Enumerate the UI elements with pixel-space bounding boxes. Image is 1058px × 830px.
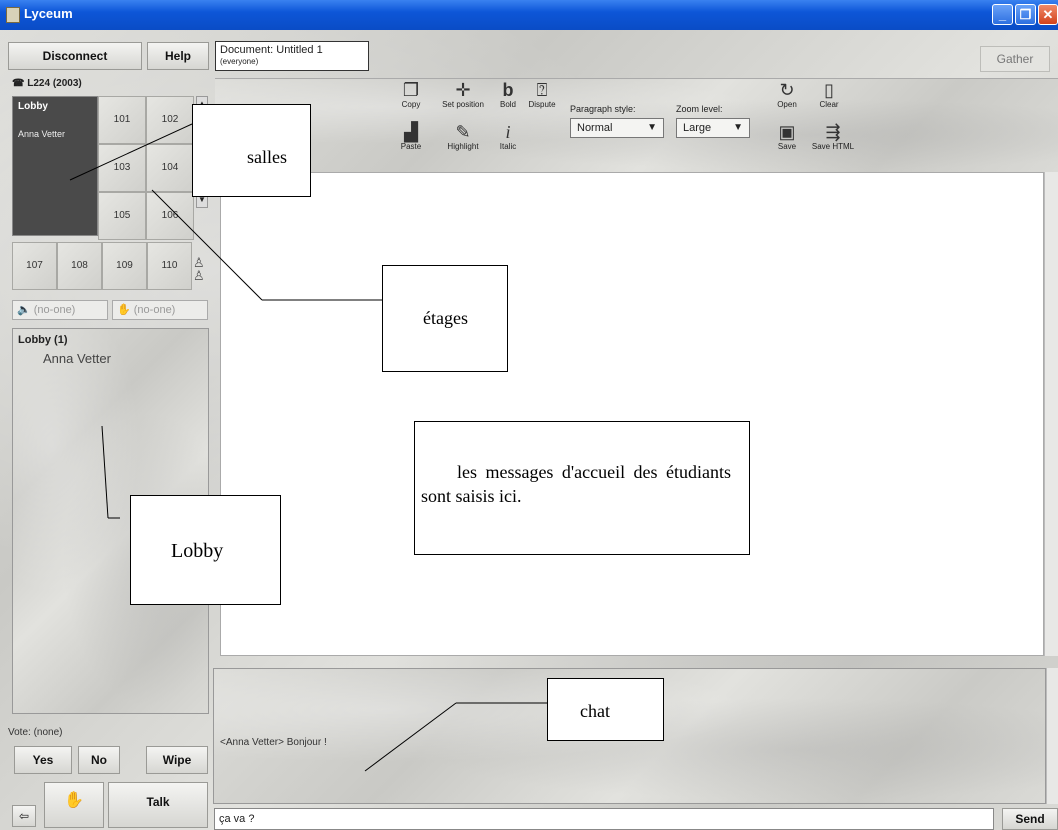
highlight-label: Highlight — [447, 142, 479, 151]
set-position-label: Set position — [442, 100, 484, 109]
hand-raiser-name: (no-one) — [133, 304, 176, 316]
document-editor[interactable] — [220, 172, 1044, 656]
room-103[interactable]: 103 — [98, 144, 146, 192]
hand-icon: ✋ — [117, 304, 131, 316]
open-icon: ↻ — [779, 80, 795, 100]
copy-label: Copy — [401, 100, 421, 109]
chat-scrollbar[interactable] — [1046, 668, 1058, 804]
lobby-user[interactable]: Anna Vetter — [43, 351, 111, 366]
lyceum-app-icon — [6, 7, 20, 23]
minimize-button[interactable]: _ — [992, 4, 1013, 25]
room-108[interactable]: 108 — [57, 242, 102, 290]
room-109[interactable]: 109 — [102, 242, 147, 290]
annotation-etages: étages — [382, 265, 508, 372]
document-scope: (everyone) — [220, 57, 259, 66]
bold-tool[interactable]: b Bold — [496, 80, 520, 110]
save-icon: ▣ — [778, 122, 796, 142]
exit-icon[interactable]: ⇦ — [12, 805, 36, 827]
wipe-button[interactable]: Wipe — [146, 746, 208, 774]
room-102[interactable]: 102 — [146, 96, 194, 144]
paragraph-style-select[interactable]: Normal ▼ — [570, 118, 664, 138]
annotation-chat: chat — [547, 678, 664, 741]
bold-icon: b — [502, 80, 514, 100]
paragraph-style-label: Paragraph style: — [570, 104, 636, 114]
dropdown-arrow-icon: ▼ — [647, 122, 657, 133]
annotation-welcome-messages: les messages d'accueil des étudiants son… — [414, 421, 750, 555]
room-110[interactable]: 110 — [147, 242, 192, 290]
dispute-label: Dispute — [528, 100, 556, 109]
annotation-lobby: Lobby — [130, 495, 281, 605]
hand-raiser: ✋ (no-one) — [112, 300, 208, 320]
bold-label: Bold — [499, 100, 516, 109]
open-label: Open — [777, 100, 797, 109]
set-position-tool[interactable]: ✛ Set position — [436, 80, 490, 110]
title-bar: Lyceum _ ❐ ✕ — [0, 0, 1058, 30]
italic-tool[interactable]: i Italic — [496, 122, 520, 152]
floor-label: ☎ L224 (2003) — [12, 78, 82, 89]
close-button[interactable]: ✕ — [1038, 4, 1058, 25]
dispute-icon: ⍰ — [536, 80, 548, 100]
voice-speaker-name: (no-one) — [33, 304, 76, 316]
clear-tool[interactable]: ▯ Clear — [812, 80, 846, 110]
vote-yes-button[interactable]: Yes — [14, 746, 72, 774]
zoom-level-label: Zoom level: — [676, 104, 723, 114]
paste-icon: ▟ — [404, 122, 418, 142]
raise-hand-icon: ✋ — [64, 792, 84, 809]
open-tool[interactable]: ↻ Open — [772, 80, 802, 110]
chat-input[interactable] — [214, 808, 994, 830]
copy-tool[interactable]: ❐ Copy — [396, 80, 426, 110]
gather-button[interactable]: Gather — [980, 46, 1050, 72]
save-html-tool[interactable]: ⇶ Save HTML — [808, 122, 858, 152]
highlighter-icon: ✎ — [455, 122, 471, 142]
save-html-icon: ⇶ — [825, 122, 841, 142]
dispute-tool[interactable]: ⍰ Dispute — [524, 80, 560, 110]
crosshair-icon: ✛ — [455, 80, 471, 100]
italic-icon: i — [505, 122, 511, 142]
vote-no-button[interactable]: No — [78, 746, 120, 774]
copy-icon: ❐ — [402, 80, 420, 100]
room-lobby-user: Anna Vetter — [18, 129, 66, 139]
zoom-level-value: Large — [683, 122, 712, 134]
room-105[interactable]: 105 — [98, 192, 146, 240]
save-label: Save — [777, 142, 797, 151]
maximize-button[interactable]: ❐ — [1015, 4, 1036, 25]
document-selector[interactable]: Document: Untitled 1 (everyone) — [215, 41, 369, 71]
highlight-tool[interactable]: ✎ Highlight — [440, 122, 486, 152]
lobby-panel-title: Lobby (1) — [18, 334, 68, 346]
room-106[interactable]: 106 — [146, 192, 194, 240]
speaker-icon: 🔈 — [17, 304, 31, 316]
phone-icon: ☎ — [12, 78, 25, 89]
people-icon[interactable]: ♙ ♙ — [193, 256, 205, 282]
window-title: Lyceum — [24, 6, 73, 21]
dropdown-arrow-icon: ▼ — [733, 122, 743, 133]
zoom-level-select[interactable]: Large ▼ — [676, 118, 750, 138]
paragraph-style-value: Normal — [577, 122, 613, 134]
talk-button[interactable]: Talk — [108, 782, 208, 828]
floor-name: L224 (2003) — [27, 78, 82, 89]
room-107[interactable]: 107 — [12, 242, 57, 290]
help-button[interactable]: Help — [147, 42, 209, 70]
document-scrollbar[interactable] — [1044, 172, 1058, 656]
room-101[interactable]: 101 — [98, 96, 146, 144]
room-lobby-title: Lobby — [18, 101, 48, 112]
paste-label: Paste — [400, 142, 422, 151]
paste-tool[interactable]: ▟ Paste — [396, 122, 426, 152]
clear-label: Clear — [819, 100, 839, 109]
voice-speaker: 🔈 (no-one) — [12, 300, 108, 320]
document-title: Document: Untitled 1 — [220, 44, 323, 56]
raise-hand-button[interactable]: ✋ — [44, 782, 104, 828]
room-lobby[interactable]: Lobby Anna Vetter — [12, 96, 98, 236]
trash-icon: ▯ — [824, 80, 834, 100]
save-tool[interactable]: ▣ Save — [772, 122, 802, 152]
italic-label: Italic — [499, 142, 517, 151]
room-104[interactable]: 104 — [146, 144, 194, 192]
annotation-salles: salles — [192, 104, 311, 197]
save-html-label: Save HTML — [811, 142, 855, 151]
chat-message: <Anna Vetter> Bonjour ! — [220, 737, 327, 748]
vote-status: Vote: (none) — [8, 727, 63, 738]
disconnect-button[interactable]: Disconnect — [8, 42, 142, 70]
send-button[interactable]: Send — [1002, 808, 1058, 830]
